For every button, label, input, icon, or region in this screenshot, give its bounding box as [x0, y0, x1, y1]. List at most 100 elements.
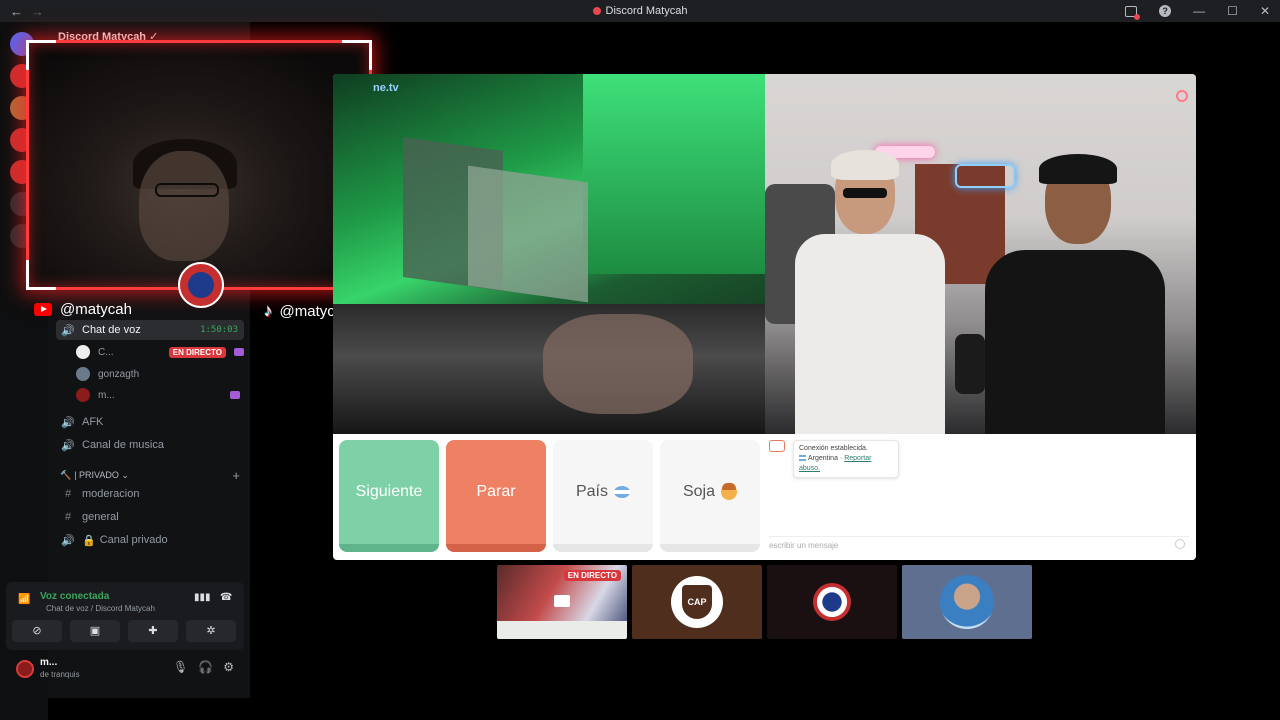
club-label: CAP	[682, 585, 712, 619]
frame-corner	[26, 40, 56, 70]
screen-share-button[interactable]: ▣	[70, 620, 120, 642]
screen-share-icon	[554, 595, 570, 607]
voice-user[interactable]: m...	[76, 385, 244, 405]
signal-icon[interactable]: 📶	[18, 594, 30, 606]
help-icon[interactable]: ?	[1159, 5, 1172, 17]
voice-channel-afk[interactable]: 🔊 AFK	[56, 412, 244, 432]
avatar	[76, 388, 90, 402]
logo-inner	[188, 272, 214, 298]
channel-logo	[178, 262, 224, 308]
speaker-icon: 🔊	[61, 439, 75, 452]
user-controls: 🎙 🎧 ⚙	[173, 660, 234, 674]
stream-controls: Siguiente Parar País Soja	[339, 440, 760, 552]
site-logo-icon	[769, 440, 785, 452]
category-private[interactable]: 🔨 | PRIVADO ⌄ +	[60, 468, 240, 483]
noise-suppression-icon[interactable]: ▮▮▮	[194, 592, 211, 603]
close-button[interactable]: ✕	[1260, 4, 1270, 18]
voice-location[interactable]: Chat de voz / Discord Matycah	[46, 604, 155, 613]
speaker-icon: 🔊	[61, 416, 75, 429]
channel-label: Canal de musica	[82, 439, 164, 451]
self-video	[765, 74, 1196, 434]
avatar	[76, 345, 90, 359]
youtube-handle: @matycah	[34, 301, 132, 318]
gender-button[interactable]: Soja	[660, 440, 760, 552]
stranger-video: ne.tv	[333, 74, 765, 434]
microphone-icon[interactable]: 🎙	[173, 660, 188, 674]
streamer-hair	[831, 150, 899, 180]
back-icon[interactable]: ←	[10, 4, 23, 19]
stream-window: ne.tv Siguiente Parar País Soja Conexión…	[333, 74, 1196, 560]
next-button[interactable]: Siguiente	[339, 440, 439, 552]
flag-icon	[799, 455, 806, 461]
voice-channel-chat[interactable]: 🔊 Chat de voz 1:50:03	[56, 320, 244, 340]
channel-label: AFK	[82, 416, 104, 428]
stop-button[interactable]: Parar	[446, 440, 546, 552]
hash-icon: #	[64, 511, 72, 523]
voice-user[interactable]: gonzagth	[76, 364, 244, 384]
discord-logo-icon	[592, 7, 601, 15]
voice-status: Voz conectada	[40, 591, 110, 602]
forward-icon[interactable]: →	[31, 4, 44, 19]
chat-panel: Conexión establecida. Argentina · Report…	[765, 434, 1196, 560]
emoji-icon[interactable]	[1175, 539, 1185, 549]
add-channel-icon[interactable]: +	[232, 468, 240, 483]
call-timer: 1:50:03	[200, 325, 238, 335]
channel-label: general	[82, 511, 119, 523]
activity-icon	[234, 348, 244, 356]
channel-label: moderacion	[82, 488, 140, 500]
speaker-icon: 🔊	[61, 534, 75, 547]
text-channel-moderation[interactable]: # moderacion	[56, 484, 244, 504]
user-tile[interactable]	[767, 565, 897, 639]
hammer-icon: 🔨	[60, 470, 72, 480]
message-placeholder: escribir un mensaje	[769, 541, 839, 550]
streamer-1	[795, 150, 945, 434]
inbox-icon[interactable]	[1125, 5, 1141, 20]
voice-user-name: gonzagth	[98, 368, 140, 380]
nav-buttons: ← →	[0, 4, 44, 19]
activities-button[interactable]: ✚	[128, 620, 178, 642]
avatar[interactable]	[16, 660, 34, 678]
channel-label: Chat de voz	[82, 324, 141, 336]
youtube-handle-text: @matycah	[60, 301, 132, 318]
record-icon[interactable]	[1176, 90, 1188, 102]
club-shield-icon: CAP	[671, 576, 723, 628]
headphones-icon[interactable]: 🎧	[198, 660, 213, 674]
voice-connected-panel: 📶 Voz conectada Chat de voz / Discord Ma…	[6, 582, 244, 650]
voice-user-name: C...	[98, 346, 114, 358]
stream-tile[interactable]: EN DIRECTO	[497, 565, 627, 639]
user-status: de tranquis	[40, 670, 80, 679]
soundboard-button[interactable]: ✲	[186, 620, 236, 642]
voice-user[interactable]: C... EN DIRECTO	[76, 342, 244, 362]
title-bar: ← → Discord Matycah ? — ☐ ✕	[0, 0, 1280, 22]
site-watermark: ne.tv	[373, 82, 399, 94]
user-tile[interactable]: CAP	[632, 565, 762, 639]
video-wall	[583, 74, 765, 274]
stream-thumbnails: EN DIRECTO CAP	[497, 565, 1032, 639]
voice-user-name: m...	[98, 389, 115, 401]
user-tile[interactable]	[902, 565, 1032, 639]
channel-logo-icon	[813, 583, 851, 621]
minimize-button[interactable]: —	[1193, 4, 1205, 18]
system-message: Conexión establecida. Argentina · Report…	[793, 440, 899, 478]
window-title: Discord Matycah	[0, 5, 1280, 17]
youtube-icon	[34, 303, 52, 316]
frame-corner	[342, 40, 372, 70]
camera-off-button[interactable]: ⊘	[12, 620, 62, 642]
streamer-cap	[1039, 154, 1117, 184]
partner-country: Argentina	[808, 455, 838, 462]
gear-icon[interactable]: ⚙	[223, 660, 234, 674]
studio-microphone	[955, 334, 985, 394]
frame-corner	[26, 260, 56, 290]
hash-icon: #	[64, 488, 72, 500]
maximize-button[interactable]: ☐	[1227, 4, 1238, 18]
person-emoji-icon	[721, 483, 738, 500]
username[interactable]: m...	[40, 657, 57, 668]
message-input[interactable]: escribir un mensaje	[769, 536, 1189, 552]
voice-channel-private[interactable]: 🔊 🔒 Canal privado	[56, 530, 244, 550]
text-channel-general[interactable]: # general	[56, 507, 244, 527]
voice-channel-music[interactable]: 🔊 Canal de musica	[56, 435, 244, 455]
speaker-icon: 🔊	[61, 324, 75, 337]
country-button[interactable]: País	[553, 440, 653, 552]
streamer-body	[985, 250, 1165, 434]
disconnect-icon[interactable]: ☎	[220, 592, 232, 603]
